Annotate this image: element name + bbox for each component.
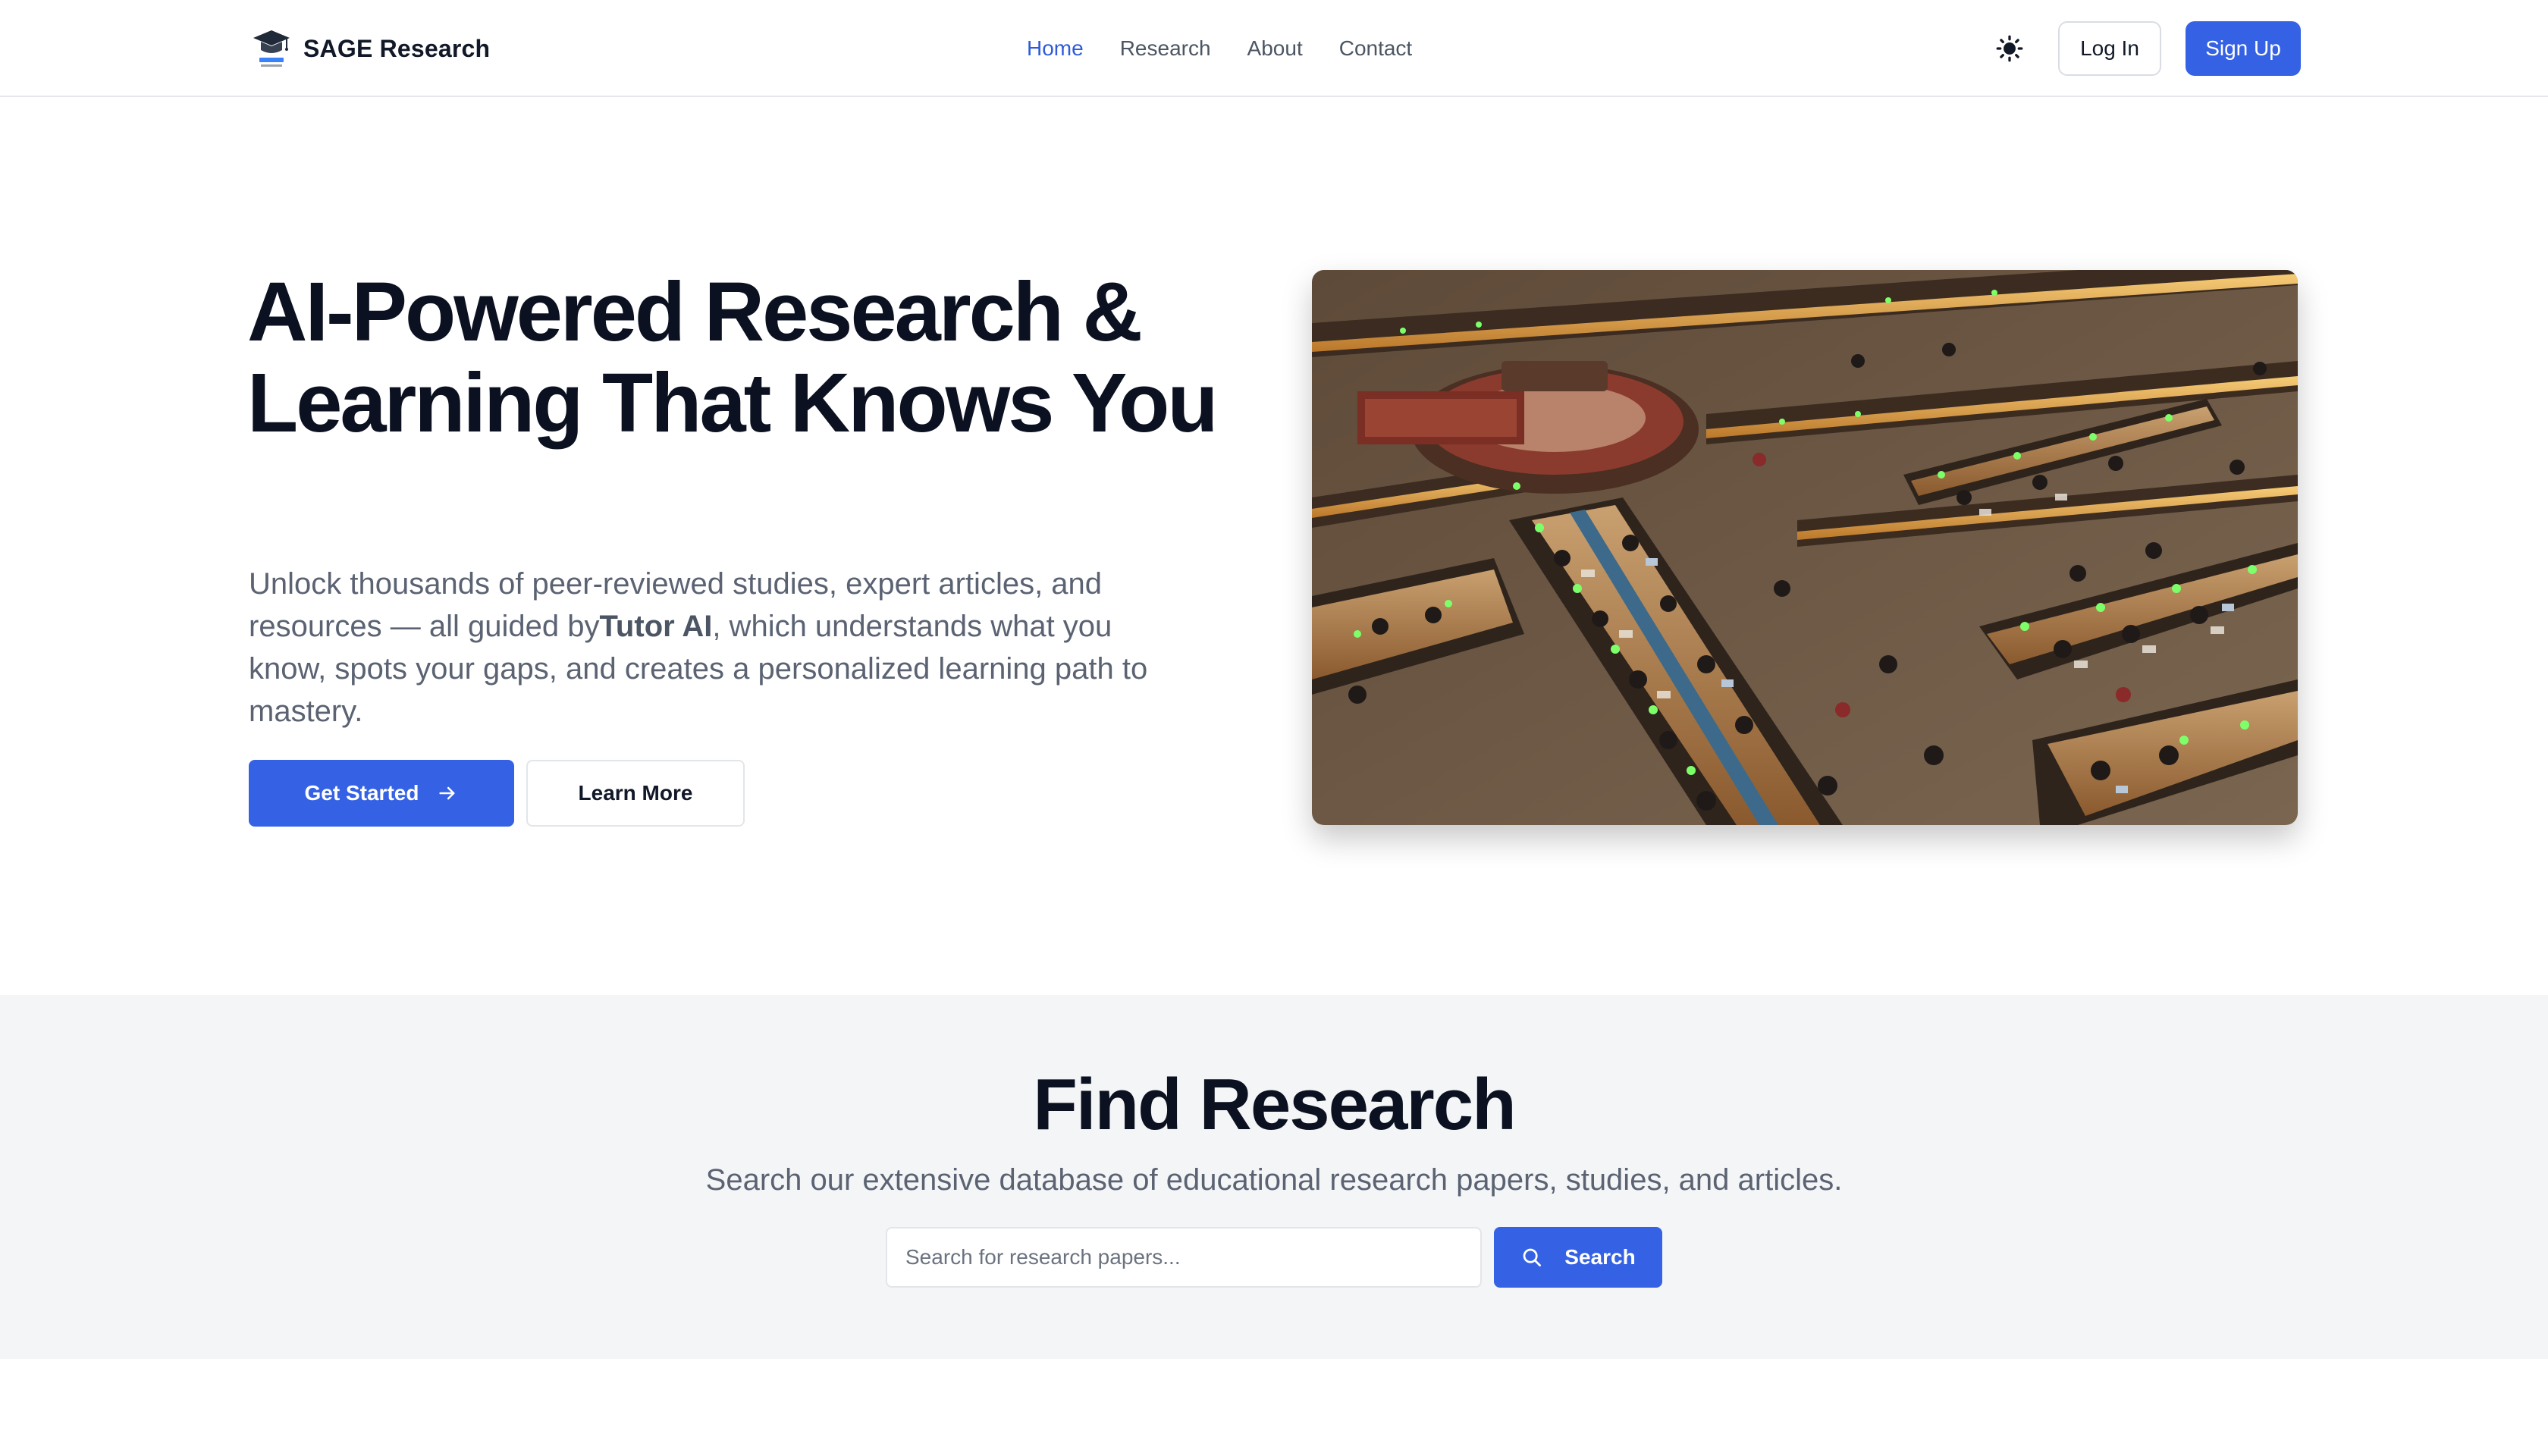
hero-image-library	[1312, 270, 2298, 825]
get-started-label: Get Started	[304, 781, 419, 805]
sun-icon	[1996, 35, 2023, 62]
search-button[interactable]: Search	[1494, 1227, 1662, 1288]
nav-link-about[interactable]: About	[1247, 36, 1303, 61]
main-nav: Home Research About Contact	[1027, 30, 1412, 67]
theme-toggle-button[interactable]	[1990, 29, 2029, 68]
nav-link-research[interactable]: Research	[1120, 36, 1211, 61]
nav-link-contact[interactable]: Contact	[1339, 36, 1413, 61]
login-button[interactable]: Log In	[2058, 21, 2161, 76]
nav-link-home[interactable]: Home	[1027, 36, 1084, 61]
research-search-input[interactable]	[886, 1227, 1482, 1288]
find-research-title: Find Research	[1033, 1064, 1517, 1145]
get-started-button[interactable]: Get Started	[249, 760, 514, 827]
tutor-ai-highlight: Tutor AI	[599, 610, 713, 643]
brand-name: SAGE Research	[303, 34, 491, 62]
find-research-section: Find Research Search our extensive datab…	[0, 995, 2548, 1359]
learn-more-button[interactable]: Learn More	[526, 760, 745, 827]
search-button-label: Search	[1564, 1245, 1636, 1269]
search-icon	[1523, 1248, 1542, 1266]
brand[interactable]: SAGE Research	[252, 27, 490, 70]
arrow-right-icon	[439, 786, 455, 800]
find-research-subtitle: Search our extensive database of educati…	[705, 1163, 1843, 1197]
graduation-cap-logo-icon	[253, 30, 290, 67]
hero-description: Unlock thousands of peer-reviewed studie…	[249, 563, 1189, 733]
site-header: SAGE Research Home Research About Contac…	[0, 0, 2548, 97]
hero-title: AI-Powered Research & Learning That Know…	[247, 265, 1219, 450]
library-reading-room-photo	[1312, 270, 2298, 825]
signup-button[interactable]: Sign Up	[2186, 21, 2301, 76]
